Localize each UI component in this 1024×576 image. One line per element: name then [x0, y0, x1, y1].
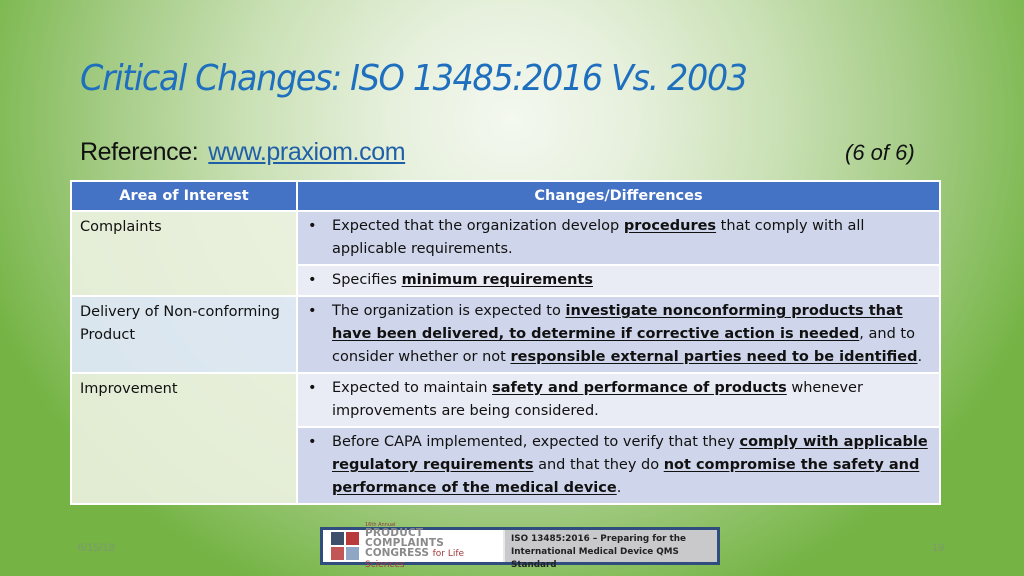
- bullet-icon: •: [308, 434, 317, 450]
- footer-date: 6/15/18: [78, 542, 115, 554]
- emphasis-text: procedures: [623, 218, 717, 234]
- emphasis-text: investigate nonconforming products that …: [332, 303, 903, 342]
- reference-link[interactable]: www.praxiom.com: [208, 138, 405, 166]
- banner-caption-line-2: International Medical Device QMS Standar…: [511, 547, 679, 570]
- logo-line-1: PRODUCT COMPLAINTS: [365, 527, 445, 549]
- conference-banner: 16th Annual PRODUCT COMPLAINTS CONGRESS …: [320, 522, 720, 570]
- area-cell-delivery: Delivery of Non-conforming Product: [70, 295, 298, 374]
- reference-line: Reference: www.praxiom.com: [80, 138, 406, 167]
- change-cell: • Before CAPA implemented, expected to ve…: [296, 426, 941, 505]
- slide-pager: (6 of 6): [845, 140, 915, 165]
- table-row: Delivery of Non-conforming Product • The …: [70, 295, 941, 374]
- congress-logo: 16th Annual PRODUCT COMPLAINTS CONGRESS …: [323, 522, 503, 570]
- header-changes-differences: Changes/Differences: [296, 180, 941, 212]
- bullet-icon: •: [308, 303, 317, 319]
- bullet-icon: •: [308, 272, 317, 288]
- logo-line-2: CONGRESS for Life Sciences: [365, 547, 465, 570]
- area-cell-improvement: Improvement: [70, 372, 298, 505]
- table-row: Complaints • Expected that the organizati…: [70, 210, 941, 297]
- change-cell: • The organization is expected to investi…: [296, 295, 941, 374]
- slide-title: Critical Changes: ISO 13485:2016 Vs. 200…: [80, 58, 748, 99]
- emphasis-text: safety and performance of products: [492, 380, 787, 396]
- change-text: The organization is expected to investig…: [332, 303, 923, 365]
- change-cell: • Specifies minimum requirements: [296, 264, 941, 297]
- table-row: Improvement • Expected to maintain safety…: [70, 372, 941, 505]
- banner-caption-line-1: ISO 13485:2016 – Preparing for the: [511, 534, 686, 544]
- emphasis-text: minimum requirements: [401, 272, 593, 288]
- change-cell: • Expected that the organization develop …: [296, 210, 941, 266]
- bullet-icon: •: [308, 218, 317, 234]
- change-text: Before CAPA implemented, expected to ver…: [332, 434, 928, 496]
- congress-logo-icon: [331, 532, 359, 560]
- change-text: Expected that the organization develop p…: [332, 218, 865, 257]
- footer-page-number: 19: [932, 542, 945, 554]
- banner-caption: ISO 13485:2016 – Preparing for the Inter…: [503, 530, 717, 570]
- change-text: Specifies minimum requirements: [332, 272, 593, 288]
- bullet-icon: •: [308, 380, 317, 396]
- changes-table: Area of Interest Changes/Differences Com…: [70, 180, 941, 505]
- change-text: Expected to maintain safety and performa…: [332, 380, 863, 419]
- area-cell-complaints: Complaints: [70, 210, 298, 297]
- change-cell: • Expected to maintain safety and perform…: [296, 372, 941, 428]
- reference-label: Reference:: [80, 138, 199, 166]
- emphasis-text: responsible external parties need to be …: [510, 349, 918, 365]
- header-area-of-interest: Area of Interest: [70, 180, 298, 212]
